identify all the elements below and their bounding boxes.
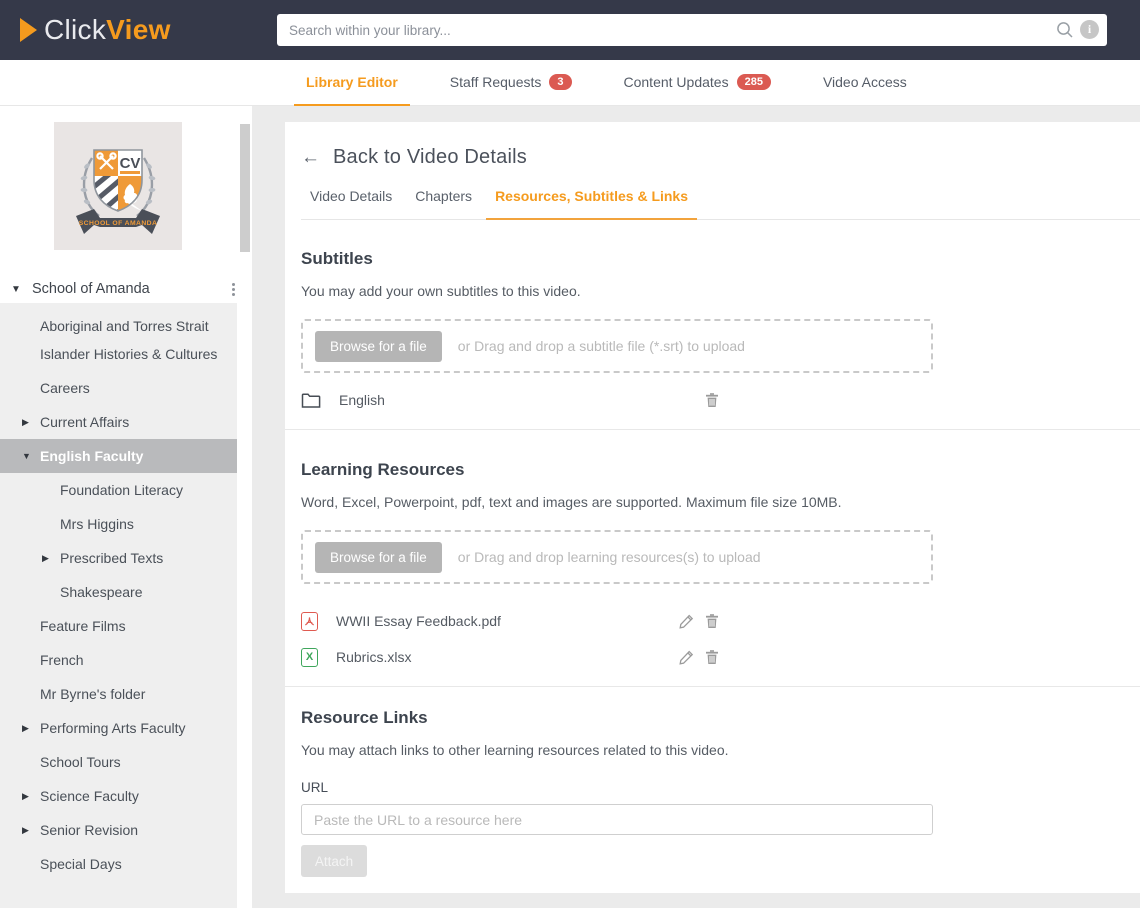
video-detail-tabs: Video Details Chapters Resources, Subtit… xyxy=(301,186,1140,220)
tab-video-details[interactable]: Video Details xyxy=(301,186,401,220)
sidebar-item-foundation-literacy[interactable]: Foundation Literacy xyxy=(0,473,237,507)
school-menu-kebab-icon[interactable] xyxy=(224,279,242,299)
delete-resource-trash-icon[interactable] xyxy=(703,648,721,666)
staff-requests-badge: 3 xyxy=(549,74,571,90)
subtitle-dropzone[interactable]: Browse for a file or Drag and drop a sub… xyxy=(301,319,933,373)
chevron-right-icon: ▶ xyxy=(42,544,58,572)
search-input[interactable] xyxy=(277,14,1107,46)
subtitles-section: Subtitles You may add your own subtitles… xyxy=(301,220,1124,430)
content-updates-badge: 285 xyxy=(737,74,771,90)
logo-text: ClickView xyxy=(44,14,171,46)
sidebar-item-aboriginal-histories[interactable]: Aboriginal and Torres Strait Islander Hi… xyxy=(0,309,237,371)
crest-initials: CV xyxy=(120,155,141,172)
info-icon[interactable]: i xyxy=(1080,20,1099,39)
tab-content-updates[interactable]: Content Updates285 xyxy=(612,60,783,106)
subtitle-file-name: English xyxy=(339,392,385,408)
subtitle-file-row: English xyxy=(301,387,933,413)
subtitles-heading: Subtitles xyxy=(301,249,1124,269)
page-title: Back to Video Details xyxy=(333,146,527,169)
search-icon[interactable] xyxy=(1056,21,1074,39)
library-sidebar: CV SCHOOL OF AMANDA ▼ School of Amanda A… xyxy=(0,106,252,908)
tab-library-editor[interactable]: Library Editor xyxy=(294,60,410,106)
learning-resources-section: Learning Resources Word, Excel, Powerpoi… xyxy=(301,430,1124,687)
library-search: i xyxy=(277,14,1107,46)
sidebar-item-special-days[interactable]: Special Days xyxy=(0,847,237,881)
sidebar-item-prescribed-texts[interactable]: ▶Prescribed Texts xyxy=(0,541,237,575)
subtitles-description: You may add your own subtitles to this v… xyxy=(301,283,1124,299)
chevron-right-icon: ▶ xyxy=(22,782,38,810)
folder-icon xyxy=(301,392,321,409)
edit-resource-pencil-icon[interactable] xyxy=(677,648,695,666)
sidebar-item-school-tours[interactable]: School Tours xyxy=(0,745,237,779)
folder-tree: Aboriginal and Torres Strait Islander Hi… xyxy=(0,303,237,908)
resource-file-name: WWII Essay Feedback.pdf xyxy=(336,613,501,629)
edit-resource-pencil-icon[interactable] xyxy=(677,612,695,630)
sidebar-item-senior-revision[interactable]: ▶Senior Revision xyxy=(0,813,237,847)
resource-file-name: Rubrics.xlsx xyxy=(336,649,411,665)
crest-banner-text: SCHOOL OF AMANDA xyxy=(79,220,158,227)
video-editor-panel: ← Back to Video Details Video Details Ch… xyxy=(285,122,1140,893)
tab-video-access[interactable]: Video Access xyxy=(811,60,919,106)
resource-links-section: Resource Links You may attach links to o… xyxy=(301,687,1124,877)
school-selector[interactable]: ▼ School of Amanda xyxy=(0,274,237,304)
chevron-right-icon: ▶ xyxy=(22,714,38,742)
sidebar-item-feature-films[interactable]: Feature Films xyxy=(0,609,237,643)
sidebar-item-shakespeare[interactable]: Shakespeare xyxy=(0,575,237,609)
chevron-right-icon: ▶ xyxy=(22,816,38,844)
sidebar-item-mr-byrnes-folder[interactable]: Mr Byrne's folder xyxy=(0,677,237,711)
tab-chapters[interactable]: Chapters xyxy=(406,186,481,220)
resource-links-description: You may attach links to other learning r… xyxy=(301,742,1124,758)
top-navbar: ClickView i xyxy=(0,0,1140,60)
learning-resources-description: Word, Excel, Powerpoint, pdf, text and i… xyxy=(301,494,1124,510)
resource-links-heading: Resource Links xyxy=(301,708,1124,728)
sidebar-item-current-affairs[interactable]: ▶Current Affairs xyxy=(0,405,237,439)
resource-drop-hint: or Drag and drop learning resources(s) t… xyxy=(458,549,761,565)
school-name: School of Amanda xyxy=(32,281,237,297)
sidebar-scrollbar[interactable] xyxy=(240,124,250,252)
chevron-down-icon: ▼ xyxy=(22,442,38,470)
sidebar-item-performing-arts-faculty[interactable]: ▶Performing Arts Faculty xyxy=(0,711,237,745)
school-crest: CV SCHOOL OF AMANDA xyxy=(54,122,182,250)
excel-file-icon: X xyxy=(301,648,318,667)
url-label: URL xyxy=(301,780,1124,795)
delete-resource-trash-icon[interactable] xyxy=(703,612,721,630)
sidebar-item-french[interactable]: French xyxy=(0,643,237,677)
clickview-logo[interactable]: ClickView xyxy=(20,13,171,47)
subtitle-drop-hint: or Drag and drop a subtitle file (*.srt)… xyxy=(458,338,745,354)
sidebar-item-english-faculty[interactable]: ▼English Faculty xyxy=(0,439,237,473)
chevron-down-icon: ▼ xyxy=(0,284,32,295)
tab-resources-subtitles-links[interactable]: Resources, Subtitles & Links xyxy=(486,186,697,220)
browse-subtitle-button[interactable]: Browse for a file xyxy=(315,331,442,362)
browse-resource-button[interactable]: Browse for a file xyxy=(315,542,442,573)
sidebar-item-science-faculty[interactable]: ▶Science Faculty xyxy=(0,779,237,813)
section-tabbar: Library Editor Staff Requests3 Content U… xyxy=(0,60,1140,106)
resource-file-row: WWII Essay Feedback.pdf xyxy=(301,608,933,634)
attach-button[interactable]: Attach xyxy=(301,845,367,877)
chevron-right-icon: ▶ xyxy=(22,408,38,436)
delete-subtitle-trash-icon[interactable] xyxy=(703,391,721,409)
sidebar-item-mrs-higgins[interactable]: Mrs Higgins xyxy=(0,507,237,541)
back-to-video-details-link[interactable]: ← Back to Video Details xyxy=(301,144,1124,170)
play-triangle-icon xyxy=(20,18,37,42)
back-arrow-icon: ← xyxy=(301,148,320,167)
pdf-file-icon xyxy=(301,612,318,631)
sidebar-item-careers[interactable]: Careers xyxy=(0,371,237,405)
url-input[interactable] xyxy=(301,804,933,835)
resource-file-row: X Rubrics.xlsx xyxy=(301,644,933,670)
learning-resources-heading: Learning Resources xyxy=(301,460,1124,480)
learning-resource-dropzone[interactable]: Browse for a file or Drag and drop learn… xyxy=(301,530,933,584)
tab-staff-requests[interactable]: Staff Requests3 xyxy=(438,60,584,106)
